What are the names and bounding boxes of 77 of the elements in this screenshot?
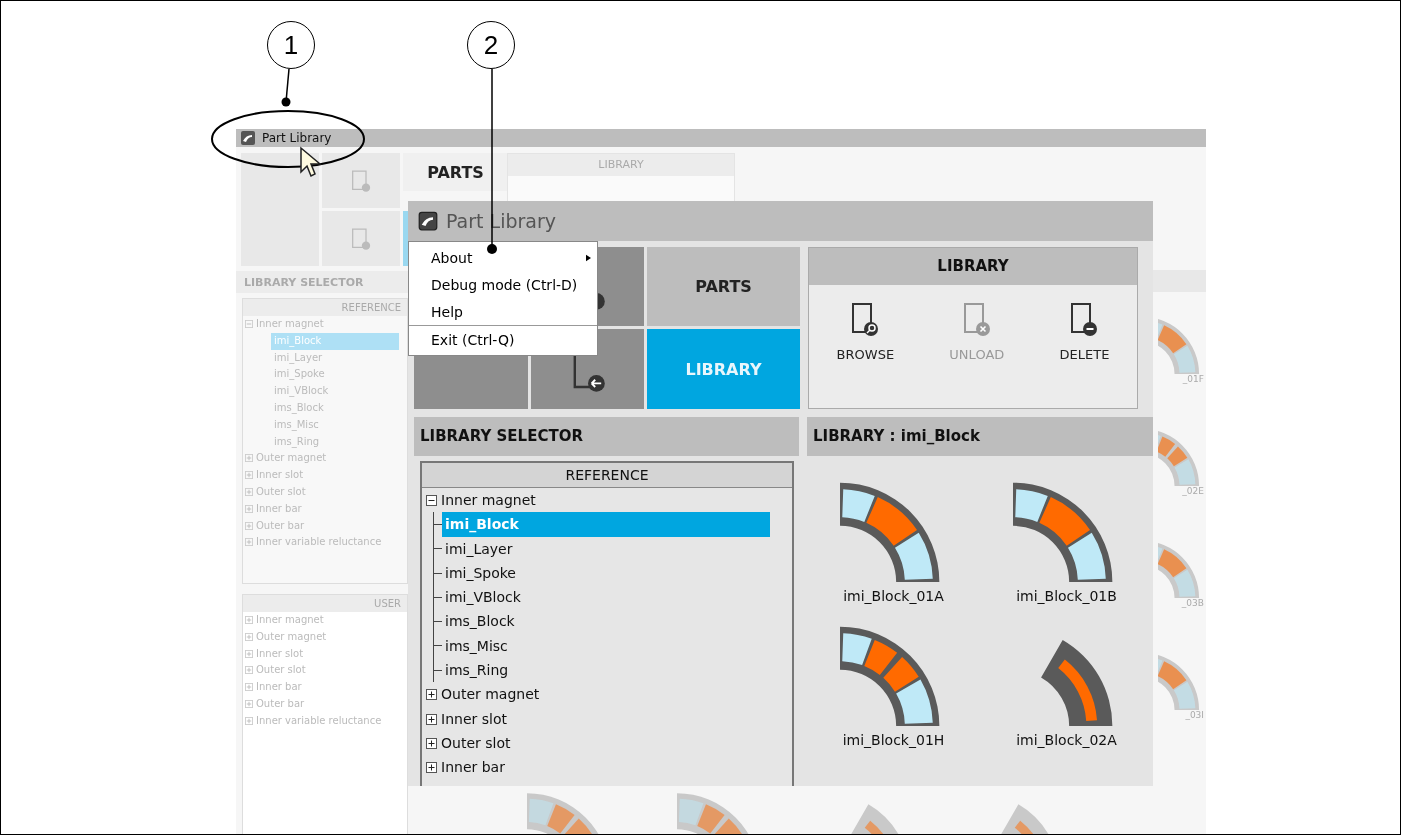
thumbnail-label: imi_Block_01H (842, 732, 945, 748)
section-header: LIBRARY SELECTOR (414, 417, 799, 456)
document-remove-icon (961, 301, 992, 337)
tree-item[interactable]: Inner bar (422, 755, 792, 780)
tree-item[interactable]: ims_Misc (442, 633, 768, 659)
thumbnail-label: _03I (1185, 710, 1204, 720)
thumbnail-label: imi_Block_01B (1016, 588, 1117, 604)
tree-item[interactable]: Outer bar (243, 517, 407, 535)
tab[interactable]: LIBRARY (647, 329, 800, 409)
tile[interactable] (322, 211, 400, 266)
tab[interactable]: PARTS (647, 247, 800, 326)
tree-item[interactable]: Outer bar (243, 696, 407, 713)
parts-tab[interactable]: PARTS (403, 153, 508, 191)
tree-item[interactable]: imi_VBlock (271, 383, 399, 400)
thumbnail-label: imi_Block_01A (843, 588, 944, 604)
tree-item[interactable]: Inner bar (243, 679, 407, 696)
callout-number: 1 (267, 21, 315, 69)
tree-item[interactable]: ims_Block (271, 400, 399, 417)
leader-line (281, 69, 293, 107)
tree-item[interactable]: Inner magnet (422, 488, 792, 513)
tree-item[interactable]: imi_Block (271, 332, 399, 350)
thumbnail-label: imi_Block_02A (1016, 732, 1117, 748)
tree-item[interactable]: Inner variable reluctance (243, 712, 407, 730)
tree-item[interactable]: Inner variable reluctance (243, 534, 407, 552)
library-action-button[interactable]: DELETE (1053, 299, 1116, 364)
column-header: USER (243, 595, 407, 612)
tree-item[interactable]: Outer magnet (422, 682, 792, 707)
tree-item[interactable]: Outer magnet (243, 450, 407, 468)
tree-item[interactable]: imi_Spoke (442, 560, 768, 586)
panel-title: LIBRARY (508, 154, 734, 176)
tile[interactable] (322, 153, 400, 208)
tree-item[interactable]: imi_Layer (442, 536, 768, 561)
expand-icon[interactable] (426, 762, 437, 774)
tree-item[interactable]: Outer magnet (243, 628, 407, 646)
tree-item[interactable]: Inner magnet (243, 316, 407, 333)
tree-item[interactable]: Inner slot (243, 645, 407, 663)
menu-item[interactable]: Help (409, 298, 597, 325)
column-header: REFERENCE (243, 299, 407, 316)
thumbnail-label: _02E (1182, 486, 1204, 496)
library-action-button[interactable]: BROWSE (830, 299, 901, 364)
tree-item[interactable]: imi_Spoke (271, 366, 399, 384)
document-add-icon (351, 168, 371, 193)
panel-title: LIBRARY (809, 248, 1137, 285)
mouse-cursor-icon (299, 146, 323, 178)
collapse-icon[interactable] (426, 495, 437, 506)
tree-item[interactable]: Outer slot (243, 483, 407, 501)
tree-item[interactable]: Outer slot (422, 730, 792, 756)
menu-item[interactable]: About (409, 244, 597, 271)
submenu-arrow-icon (586, 253, 591, 262)
tree-item[interactable]: Inner slot (243, 467, 407, 484)
tree-item[interactable]: Outer slot (243, 662, 407, 680)
column-header: REFERENCE (422, 463, 792, 488)
tree-item[interactable]: ims_Ring (442, 658, 768, 683)
expand-icon[interactable] (426, 713, 437, 725)
app-icon[interactable] (418, 210, 438, 232)
tree-item[interactable]: ims_Ring (271, 433, 399, 451)
window-title: Part Library (262, 131, 332, 145)
thumbnail-label: _01F (1182, 374, 1204, 384)
tree-item[interactable]: imi_Layer (271, 349, 399, 367)
document-search-icon (850, 301, 881, 337)
callout-number: 2 (467, 21, 515, 69)
expand-icon[interactable] (426, 737, 437, 749)
tree-item[interactable]: ims_Misc (271, 416, 399, 434)
tree-item[interactable]: Inner magnet (243, 612, 407, 629)
document-minus-icon (1069, 301, 1100, 337)
expand-icon[interactable] (426, 689, 437, 701)
tree-item[interactable]: ims_Block (442, 609, 768, 634)
menu-item[interactable]: Exit (Ctrl-Q) (409, 325, 597, 353)
thumbnail-label: _03B (1181, 598, 1204, 608)
tree-item[interactable]: Inner slot (422, 706, 792, 731)
tree-item[interactable]: imi_Block (442, 512, 770, 537)
section-header: LIBRARY : imi_Block (807, 417, 1153, 456)
tree-item[interactable]: imi_VBlock (442, 585, 768, 610)
tile[interactable] (241, 153, 319, 266)
document-return-icon (351, 226, 371, 251)
app-icon (240, 130, 256, 146)
tree-item[interactable]: Inner bar (243, 500, 407, 518)
